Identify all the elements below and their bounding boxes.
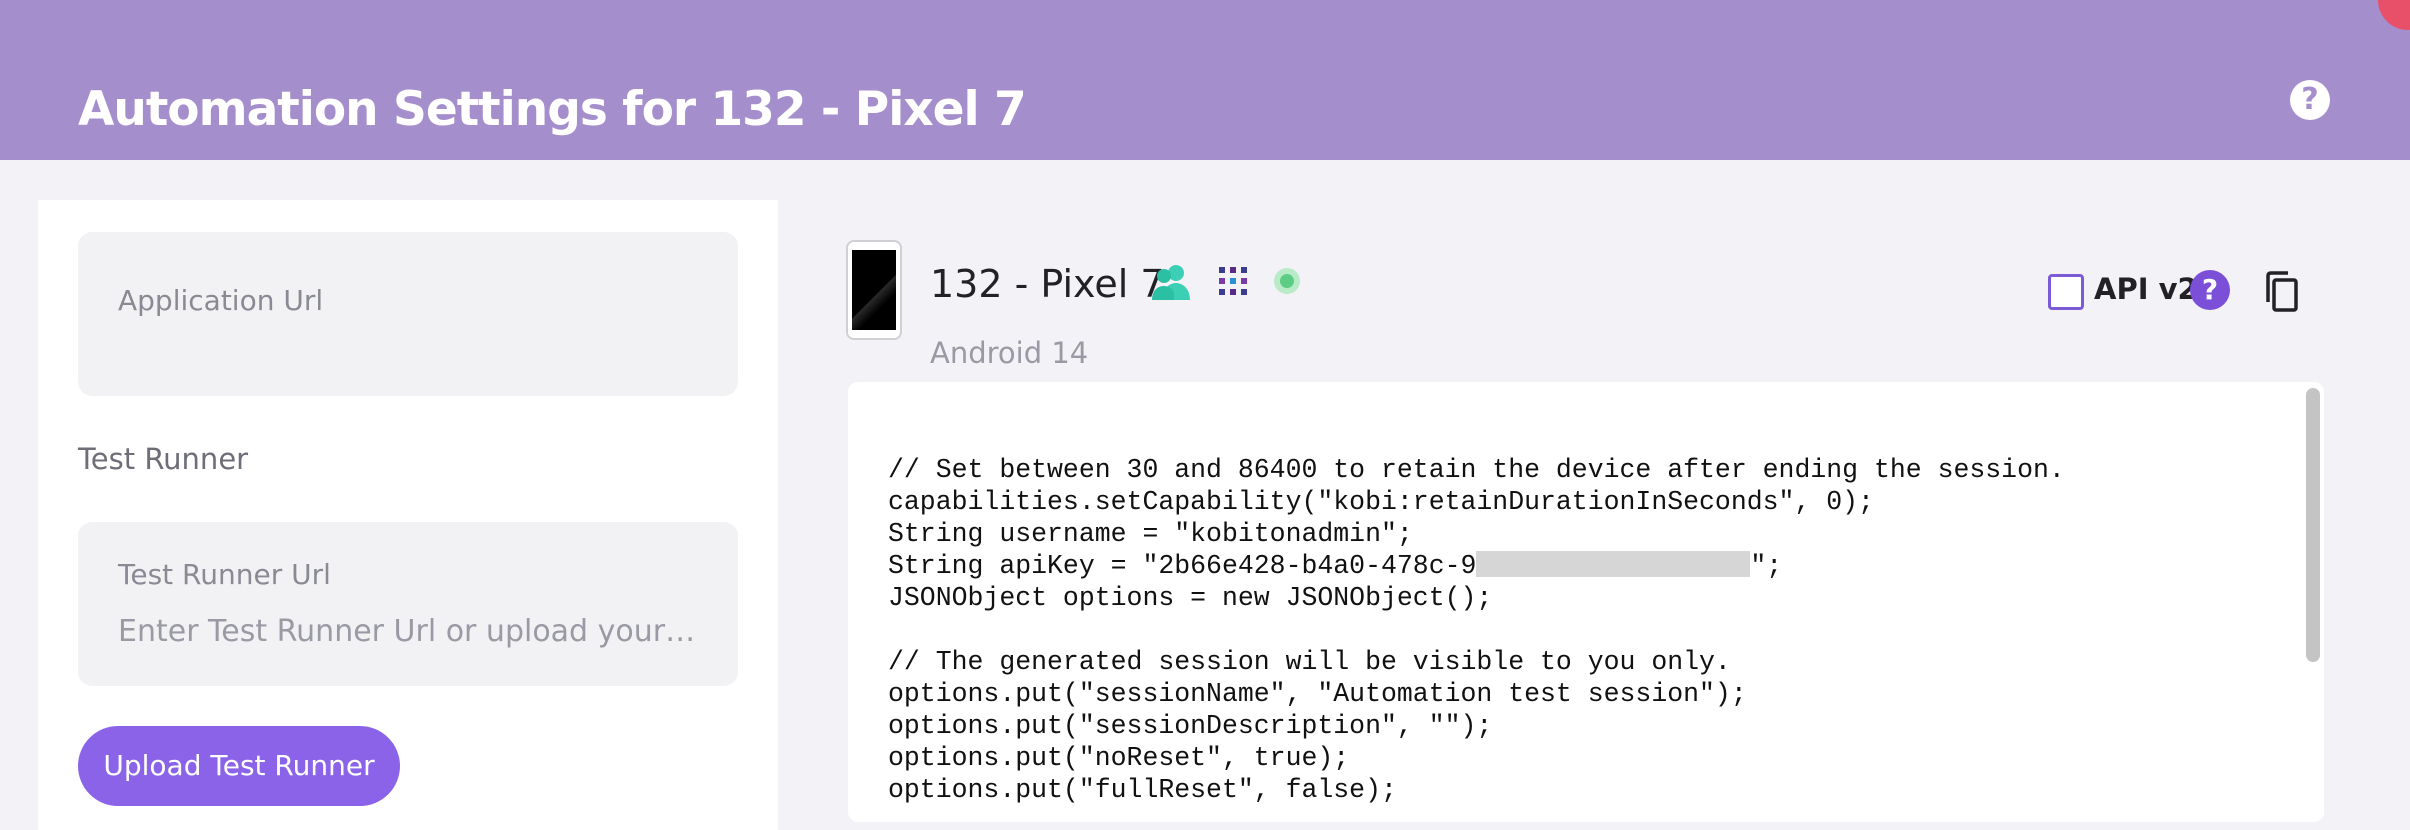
device-name: 132 - Pixel 7: [930, 262, 1165, 306]
status-online-icon: [1274, 268, 1300, 294]
application-url-field[interactable]: Application Url: [78, 232, 738, 396]
copy-icon[interactable]: [2262, 270, 2302, 314]
phone-icon: [846, 240, 902, 340]
code-line: JSONObject options = new JSONObject();: [888, 583, 1493, 613]
code-line: options.put("sessionName", "Automation t…: [888, 679, 1747, 709]
code-snippet: // Set between 30 and 86400 to retain th…: [888, 454, 2065, 806]
code-line: String username = "kobitonadmin";: [888, 519, 1413, 549]
api-help-icon[interactable]: ?: [2190, 270, 2230, 310]
code-line: // The generated session will be visible…: [888, 647, 1731, 677]
users-icon: [1152, 265, 1190, 300]
code-apikey-prefix: String apiKey = "2b66e428-b4a0-478c-9: [888, 551, 1477, 581]
code-line: capabilities.setCapability("kobi:retainD…: [888, 487, 1874, 517]
test-runner-section-label: Test Runner: [78, 442, 249, 476]
help-circle-icon[interactable]: ?: [2290, 80, 2330, 120]
upload-test-runner-button[interactable]: Upload Test Runner: [78, 726, 400, 806]
grid-icon: [1219, 267, 1247, 295]
page-title: Automation Settings for 132 - Pixel 7: [78, 82, 1027, 137]
code-scrollbar-thumb[interactable]: [2306, 388, 2320, 662]
phone-screen: [852, 250, 896, 330]
application-url-label: Application Url: [118, 284, 324, 317]
code-snippet-box: // Set between 30 and 86400 to retain th…: [848, 382, 2324, 822]
api-v2-label: API v2: [2094, 272, 2198, 306]
code-apikey-suffix: ";: [1750, 551, 1783, 581]
code-line-apikey: String apiKey = "2b66e428-b4a0-478c-9 ";: [888, 550, 2065, 582]
code-line: // Set between 30 and 86400 to retain th…: [888, 455, 2065, 485]
modal-header: Automation Settings for 132 - Pixel 7 ?: [0, 0, 2410, 160]
api-v2-checkbox[interactable]: [2048, 274, 2084, 310]
device-os: Android 14: [930, 336, 1089, 370]
redacted-apikey: [1476, 551, 1751, 577]
code-line: options.put("noReset", true);: [888, 743, 1350, 773]
test-runner-url-field[interactable]: Test Runner Url Enter Test Runner Url or…: [78, 522, 738, 686]
code-line: options.put("fullReset", false);: [888, 775, 1397, 805]
code-line: options.put("sessionDescription", "");: [888, 711, 1493, 741]
test-runner-url-label: Test Runner Url: [118, 558, 331, 591]
test-runner-url-input[interactable]: Enter Test Runner Url or upload your Tes…: [118, 614, 698, 649]
